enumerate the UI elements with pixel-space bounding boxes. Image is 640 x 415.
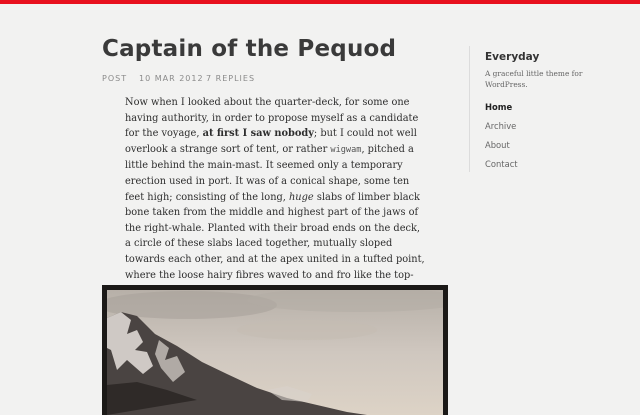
mountain-photo [107,290,443,415]
post-date[interactable]: 10 Mar 2012 [139,74,204,83]
code-text: wigwam [330,144,362,155]
bold-text: at first I saw nobody [202,128,314,140]
site-title[interactable]: Everyday [485,51,539,63]
post-image [102,285,448,415]
sidebar-divider [469,46,470,172]
post-type: Post [102,74,128,83]
nav-item-about[interactable]: About [485,139,518,158]
nav-item-contact[interactable]: Contact [485,158,518,177]
post-replies-link[interactable]: 7 Replies [206,74,255,83]
top-accent-bar [0,0,640,4]
body-text-segment: slabs of limber black bone taken from th… [125,191,425,297]
sidebar-nav: Home Archive About Contact [485,101,518,177]
nav-item-archive[interactable]: Archive [485,120,518,139]
nav-item-home[interactable]: Home [485,101,518,120]
italic-text: huge [289,191,314,203]
post-title[interactable]: Captain of the Pequod [102,36,396,62]
site-description: A graceful little theme for WordPress. [485,69,583,89]
